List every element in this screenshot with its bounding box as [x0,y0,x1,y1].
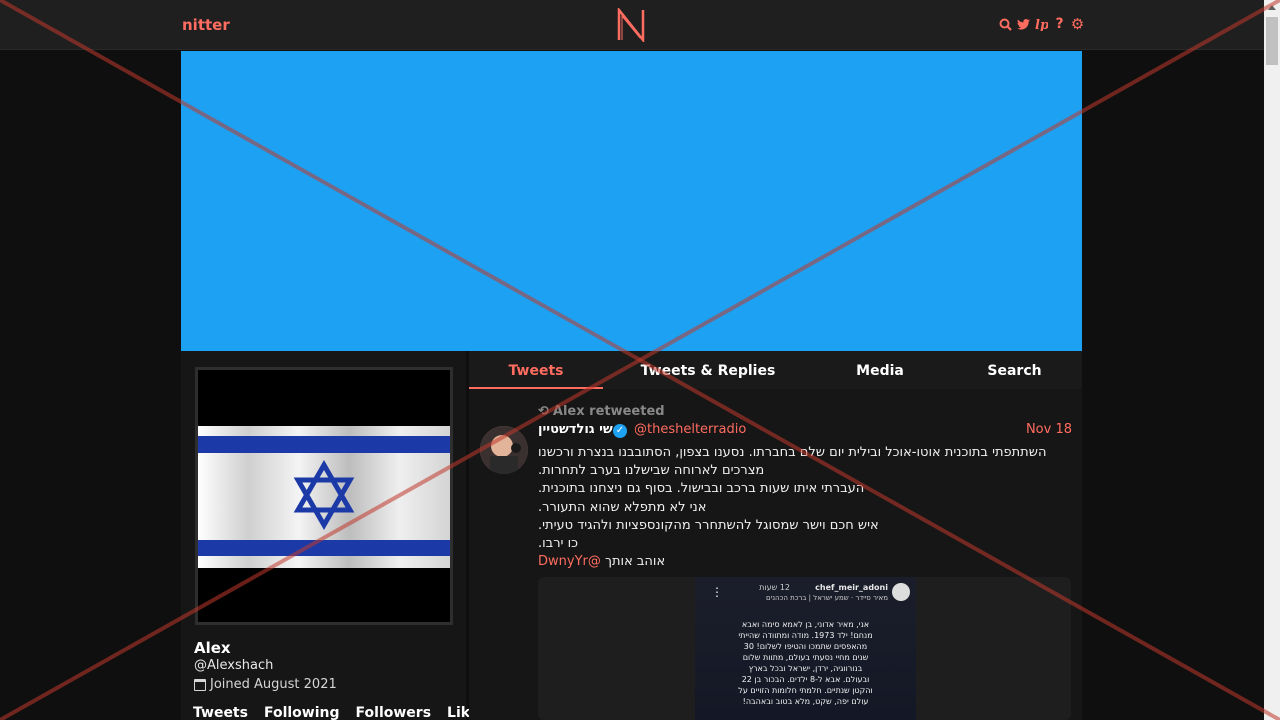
story-header: chef_meir_adoni 12 שעות מאיר סיידר · שמע… [701,581,910,605]
page-scrollbar[interactable] [1264,0,1280,720]
profile-stats: Tweets Following Followers Likes [193,705,504,720]
story-avatar [892,583,910,601]
mention-link[interactable]: @DwnyYr [538,554,601,569]
retweet-by[interactable]: Alex retweeted [553,404,665,419]
story-line: ובעולם. אבא ל-8 ילדים. הבכור בן 22 [741,675,870,684]
tab-search[interactable]: Search [947,351,1082,389]
story-user: chef_meir_adoni [815,583,888,592]
tweet-line: העברתי איתו שעות ברכב ובבישול. בסוף גם נ… [538,481,865,497]
tweet-item[interactable]: ⟲ Alex retweeted שי גולדשטיין ✓ @theshel… [469,397,1082,720]
tweet-line: כו ירבו. [538,536,578,552]
gear-icon[interactable]: ⚙ [1071,15,1084,33]
tweet-line: השתתפתי בתוכנית אוטו-אוכל ובילית יום שלם… [538,445,1047,460]
story-screenshot-image[interactable]: chef_meir_adoni 12 שעות מאיר סיידר · שמע… [695,577,916,720]
nitter-logo-icon[interactable] [617,8,645,42]
profile-card: Alex @Alexshach Joined August 2021 Tweet… [181,351,488,720]
tweet-header: שי גולדשטיין ✓ @theshelterradio Nov 18 [538,422,1072,440]
svg-text:lp: lp [1035,18,1048,31]
tweet-content: השתתפתי בתוכנית אוטו-אוכל ובילית יום שלם… [538,444,1058,571]
more-options-icon: ⋮ [711,585,723,599]
nav-icons: lp ? ⚙ [999,15,1084,33]
tweet-media[interactable]: chef_meir_adoni 12 שעות מאיר סיידר · שמע… [538,577,1071,720]
joined-date: Joined August 2021 [210,677,337,692]
tweet-line: מצרכים לארוחה שבישלנו בערב לתחרות. [538,463,765,479]
profile-joined: Joined August 2021 [194,677,337,692]
top-navbar: nitter lp ? ⚙ [0,0,1264,50]
search-icon[interactable] [999,16,1012,32]
stat-followers[interactable]: Followers [356,705,432,720]
story-line: מהאפסים שתמכו והטיפו לשלום! 30 [743,642,868,651]
scroll-thumb[interactable] [1266,17,1278,65]
stat-following[interactable]: Following [264,705,340,720]
story-line: שנים מחיי נסעתי בעולם, מתוות שלום [742,653,869,662]
story-subtitle: מאיר סיידר · שמע ישראל | ברכת הכהנים [766,594,888,602]
verified-badge-icon: ✓ [613,424,627,438]
story-line: והקטן שנתיים. חלמתי חלומות הזויים על [738,686,873,695]
stat-tweets[interactable]: Tweets [193,705,248,720]
tab-tweets-replies[interactable]: Tweets & Replies [603,351,813,389]
story-line: מנחם! ילד 1973. מודה ומתוודה שהייתי [738,631,873,640]
tweet-author-handle[interactable]: @theshelterradio [634,422,746,437]
story-line: בנורווגיה, ירדן, ישראל ובכל בארץ [748,664,863,673]
twitter-bird-icon[interactable] [1017,16,1030,32]
tweet-line-last: אוהב אותך @DwnyYr [538,553,1058,571]
tweet-line: אני לא מתפלא שהוא התעורר. [538,499,707,515]
story-time: 12 שעות [759,583,790,592]
profile-name[interactable]: Alex [194,639,231,657]
timeline-tabs: Tweets Tweets & Replies Media Search [469,351,1082,389]
retweet-icon: ⟲ [538,404,549,419]
tab-media[interactable]: Media [813,351,947,389]
tweet-author-avatar[interactable] [480,426,528,474]
tweet-line: אוהב אותך [605,554,666,570]
story-line: עולם יפה, שקט, מלא בטוב ובאהבה! [742,697,869,706]
tweet-date[interactable]: Nov 18 [1026,422,1072,437]
story-line: אני, מאיר אדוני, בן לאמא סימה ואבא [741,620,870,629]
scroll-up-arrow-icon[interactable] [1268,5,1276,10]
help-icon[interactable]: ? [1053,16,1066,32]
tweet-author-name[interactable]: שי גולדשטיין [538,422,613,437]
profile-banner[interactable] [181,51,1082,351]
tweet-line: איש חכם וישר שמסוגל להשתחרר מהקונספציות … [538,517,879,533]
brand-link[interactable]: nitter [182,16,230,34]
profile-avatar[interactable] [195,367,453,625]
tab-tweets[interactable]: Tweets [469,351,603,389]
story-text: אני, מאיר אדוני, בן לאמא סימה ואבא מנחם!… [705,619,906,707]
calendar-icon [194,678,206,691]
rss-icon[interactable]: lp [1035,16,1048,32]
retweet-header: ⟲ Alex retweeted [538,404,665,419]
profile-handle[interactable]: @Alexshach [194,658,273,673]
